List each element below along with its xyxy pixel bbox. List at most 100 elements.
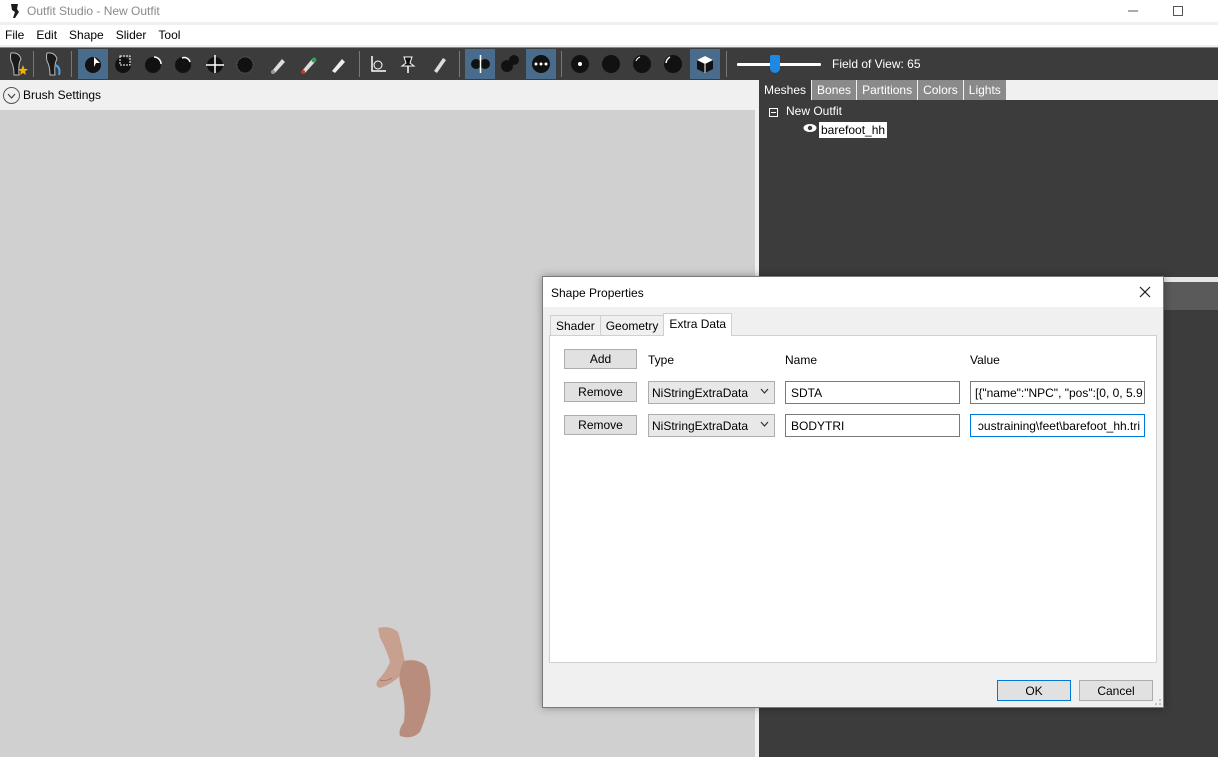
fov-label: Field of View: 65: [832, 57, 921, 71]
cube-icon: [697, 56, 713, 73]
type-select[interactable]: NiStringExtraData: [648, 381, 775, 404]
shape-outline-tool-button[interactable]: [38, 49, 68, 79]
dialog-close-button[interactable]: [1135, 282, 1155, 302]
texture-toggle-button[interactable]: [658, 49, 688, 79]
move-arrows-icon: [206, 55, 224, 73]
show-vertices-toggle-button[interactable]: [565, 49, 595, 79]
tab-lights[interactable]: Lights: [963, 80, 1007, 100]
maximize-icon: [1173, 6, 1183, 16]
pin-icon: [400, 56, 416, 73]
dialog-tabs: Shader Geometry Extra Data: [550, 313, 733, 336]
select-tool-button[interactable]: [78, 49, 108, 79]
name-field[interactable]: SDTA: [785, 381, 960, 404]
menu-edit[interactable]: Edit: [30, 25, 63, 45]
global-dots-icon: [532, 55, 550, 73]
move-tool-button[interactable]: [200, 49, 230, 79]
collapse-icon[interactable]: [769, 108, 778, 117]
type-select-value: NiStringExtraData: [652, 386, 749, 400]
extra-data-page: Add Type Name Value Remove NiStringExtra…: [549, 335, 1157, 663]
global-brush-toggle-button[interactable]: [526, 49, 556, 79]
value-column-header: Value: [970, 353, 1000, 367]
resize-grip-icon[interactable]: [1154, 698, 1162, 706]
menu-slider[interactable]: Slider: [110, 25, 153, 45]
minimize-button[interactable]: [1110, 0, 1156, 22]
color-brush-icon: [301, 57, 317, 74]
weight-brush-icon: [271, 59, 285, 74]
app-logo-icon: [11, 4, 19, 18]
smooth-tool-button[interactable]: [230, 49, 260, 79]
tab-shader[interactable]: Shader: [550, 315, 601, 336]
tab-partitions[interactable]: Partitions: [857, 80, 919, 100]
menu-file[interactable]: File: [0, 25, 30, 45]
right-panel-tabs: Meshes Bones Partitions Colors Lights: [759, 80, 1218, 100]
mask-visibility-toggle-button[interactable]: [690, 49, 720, 79]
close-icon: [1139, 286, 1151, 298]
mesh-tree: New Outfit barefoot_hh: [759, 100, 1218, 277]
tab-extra-data[interactable]: Extra Data: [663, 313, 733, 336]
transform-tool-button[interactable]: [363, 49, 393, 79]
tab-meshes[interactable]: Meshes: [759, 80, 813, 100]
shape-properties-dialog: Shape Properties Shader Geometry Extra D…: [542, 276, 1164, 708]
x-mirror-toggle-button[interactable]: [465, 49, 495, 79]
reference-shape-tool-button[interactable]: [2, 49, 32, 79]
color-paint-tool-button[interactable]: [294, 49, 324, 79]
value-field-value: ɔustraining\feet\barefoot_hh.tri: [977, 419, 1140, 433]
pivot-tool-button[interactable]: [393, 49, 423, 79]
tab-bones[interactable]: Bones: [812, 80, 858, 100]
remove-button[interactable]: Remove: [564, 415, 637, 435]
eye-icon[interactable]: [803, 123, 817, 133]
title-bar: Outfit Studio - New Outfit: [0, 0, 1218, 22]
weight-paint-tool-button[interactable]: [264, 49, 294, 79]
menu-shape[interactable]: Shape: [63, 25, 110, 45]
vertex-edit-tool-button[interactable]: [424, 49, 454, 79]
remove-button[interactable]: Remove: [564, 382, 637, 402]
type-select-value: NiStringExtraData: [652, 419, 749, 433]
connected-dots-icon: [501, 55, 519, 72]
inflate-icon: [145, 56, 162, 73]
smooth-icon: [236, 56, 254, 74]
alpha-brush-icon: [332, 59, 345, 73]
deflate-icon: [175, 56, 191, 73]
tab-colors[interactable]: Colors: [918, 80, 964, 100]
deflate-tool-button[interactable]: [168, 49, 198, 79]
select-arrow-icon: [85, 57, 101, 73]
maximize-button[interactable]: [1155, 0, 1201, 22]
name-field[interactable]: BODYTRI: [785, 414, 960, 437]
type-column-header: Type: [648, 353, 675, 367]
tree-item-barefoot-hh[interactable]: barefoot_hh: [819, 122, 888, 138]
value-field[interactable]: ɔustraining\feet\barefoot_hh.tri: [970, 414, 1145, 437]
name-column-header: Name: [785, 353, 818, 367]
name-field-value: BODYTRI: [791, 419, 845, 433]
chevron-down-icon[interactable]: [3, 87, 20, 104]
ok-button[interactable]: OK: [997, 680, 1071, 701]
menu-tool[interactable]: Tool: [152, 25, 186, 45]
value-field[interactable]: [{"name":"NPC", "pos":[0, 0, 5.9: [970, 381, 1145, 404]
lighting-toggle-button[interactable]: [627, 49, 657, 79]
tree-root-outfit[interactable]: New Outfit: [786, 104, 842, 118]
dialog-title: Shape Properties: [551, 286, 644, 300]
tab-geometry[interactable]: Geometry: [599, 315, 665, 336]
texture-icon: [664, 55, 682, 73]
brush-settings-header[interactable]: Brush Settings: [0, 82, 755, 110]
connected-only-toggle-button[interactable]: [495, 49, 525, 79]
inflate-tool-button[interactable]: [138, 49, 168, 79]
fov-slider-thumb[interactable]: [770, 55, 780, 73]
alpha-paint-tool-button[interactable]: [324, 49, 354, 79]
transform-axes-icon: [371, 56, 386, 72]
mask-tool-button[interactable]: [108, 49, 138, 79]
wireframe-icon: [602, 55, 620, 73]
wireframe-toggle-button[interactable]: [596, 49, 626, 79]
minimize-icon: [1128, 10, 1138, 12]
cancel-button[interactable]: Cancel: [1079, 680, 1153, 701]
vertex-dot-icon: [571, 55, 589, 73]
body-outline-icon: [46, 52, 61, 76]
mirror-icon: [471, 55, 490, 73]
brush-settings-label: Brush Settings: [23, 88, 102, 102]
window-title: Outfit Studio - New Outfit: [27, 4, 160, 18]
name-field-value: SDTA: [791, 386, 823, 400]
value-field-value: [{"name":"NPC", "pos":[0, 0, 5.9: [975, 386, 1143, 400]
add-button[interactable]: Add: [564, 349, 637, 369]
toolbar: Field of View: 65: [0, 47, 1218, 80]
type-select[interactable]: NiStringExtraData: [648, 414, 775, 437]
dialog-title-bar: Shape Properties: [543, 277, 1163, 307]
